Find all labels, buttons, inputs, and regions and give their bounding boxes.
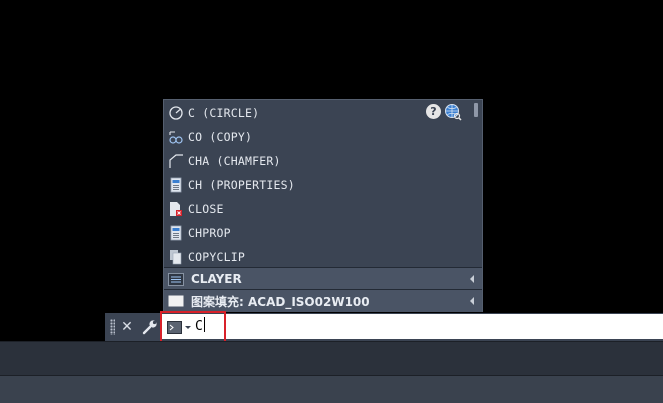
command-prompt-icon[interactable] <box>167 320 191 334</box>
command-input[interactable]: C <box>161 314 663 339</box>
autocomplete-group-clayer[interactable]: CLAYER <box>164 268 482 290</box>
copyclip-icon <box>167 248 185 266</box>
close-icon[interactable]: ✕ <box>119 317 135 337</box>
wrench-icon[interactable] <box>141 318 159 336</box>
status-bar <box>0 341 663 376</box>
chevron-left-icon[interactable] <box>470 297 474 305</box>
command-input-value: C <box>195 319 203 334</box>
chprop-icon <box>167 224 185 242</box>
autocomplete-item-copy[interactable]: CO (COPY) <box>164 125 474 149</box>
properties-icon <box>167 176 185 194</box>
autocomplete-item-label: CH (PROPERTIES) <box>188 178 295 192</box>
autocomplete-group-hatch[interactable]: 图案填充: ACAD_ISO02W100 <box>164 290 482 312</box>
autocomplete-item-label: C (CIRCLE) <box>188 106 260 120</box>
autocomplete-item-chamfer[interactable]: CHA (CHAMFER) <box>164 149 474 173</box>
autocomplete-item-label: CHA (CHAMFER) <box>188 154 281 168</box>
hatch-icon <box>168 294 184 308</box>
autocomplete-item-label: COPYCLIP <box>188 250 245 264</box>
copy-icon <box>167 128 185 146</box>
autocomplete-item-properties[interactable]: CH (PROPERTIES) <box>164 173 474 197</box>
chevron-left-icon[interactable] <box>470 275 474 283</box>
text-caret <box>203 317 205 332</box>
circle-icon <box>167 104 185 122</box>
command-input-text: C <box>195 317 205 336</box>
layer-icon <box>168 272 184 286</box>
autocomplete-item-copyclip[interactable]: COPYCLIP <box>164 245 474 269</box>
command-autocomplete-popup: C (CIRCLE) ? CO (COPY) CHA (CHAMFER) CH … <box>163 99 483 312</box>
internet-search-icon[interactable] <box>444 103 462 121</box>
close-document-icon <box>167 200 185 218</box>
command-line-bar: ✕ C <box>105 313 663 341</box>
autocomplete-item-label: CHPROP <box>188 226 231 240</box>
group-label: CLAYER <box>191 272 242 286</box>
help-icon[interactable]: ? <box>426 104 441 119</box>
autocomplete-item-chprop[interactable]: CHPROP <box>164 221 474 245</box>
layout-tab-bar <box>0 375 663 403</box>
popup-scrollbar[interactable] <box>474 103 478 117</box>
drag-handle-icon[interactable] <box>110 319 115 335</box>
autocomplete-item-label: CLOSE <box>188 202 224 216</box>
group-label: 图案填充: ACAD_ISO02W100 <box>191 294 370 309</box>
autocomplete-item-close[interactable]: CLOSE <box>164 197 474 221</box>
chamfer-icon <box>167 152 185 170</box>
autocomplete-item-label: CO (COPY) <box>188 130 253 144</box>
